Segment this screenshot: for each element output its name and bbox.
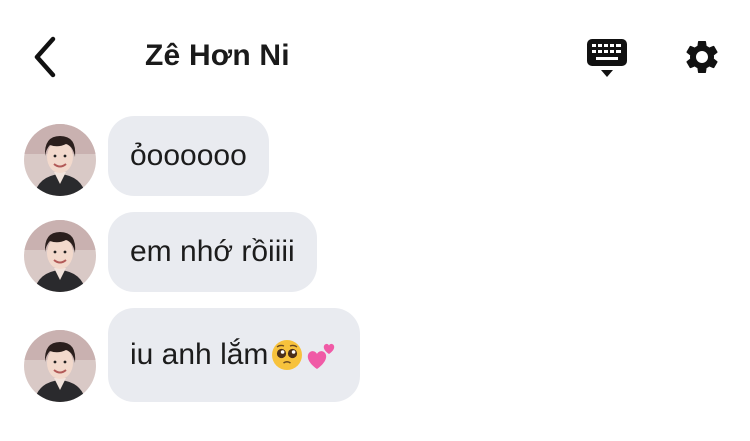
settings-button[interactable] — [678, 33, 726, 81]
avatar[interactable] — [24, 124, 96, 196]
chat-screen: Zê Hơn Ni ỏoooooo em nhớ rồiiii iu anh l… — [0, 0, 750, 441]
message-bubble[interactable]: em nhớ rồiiii — [108, 212, 317, 292]
keyboard-button[interactable] — [580, 33, 634, 83]
message-bubble[interactable]: iu anh lắm — [108, 308, 361, 402]
keyboard-icon — [587, 39, 627, 77]
gear-icon — [686, 40, 718, 73]
avatar[interactable] — [24, 330, 96, 402]
two-hearts-emoji — [308, 343, 335, 369]
pleading-face-emoji — [272, 340, 303, 370]
message-text: em nhớ rồiiii — [130, 235, 295, 268]
message-text: iu anh lắm — [130, 338, 269, 371]
chevron-left-icon — [34, 36, 56, 78]
conversation-title: Zê Hơn Ni — [145, 39, 290, 72]
message-text: ỏoooooo — [130, 139, 247, 172]
chat-header: Zê Hơn Ni — [0, 0, 750, 110]
back-button[interactable] — [20, 30, 70, 84]
avatar[interactable] — [24, 220, 96, 292]
message-bubble[interactable]: ỏoooooo — [108, 116, 269, 196]
